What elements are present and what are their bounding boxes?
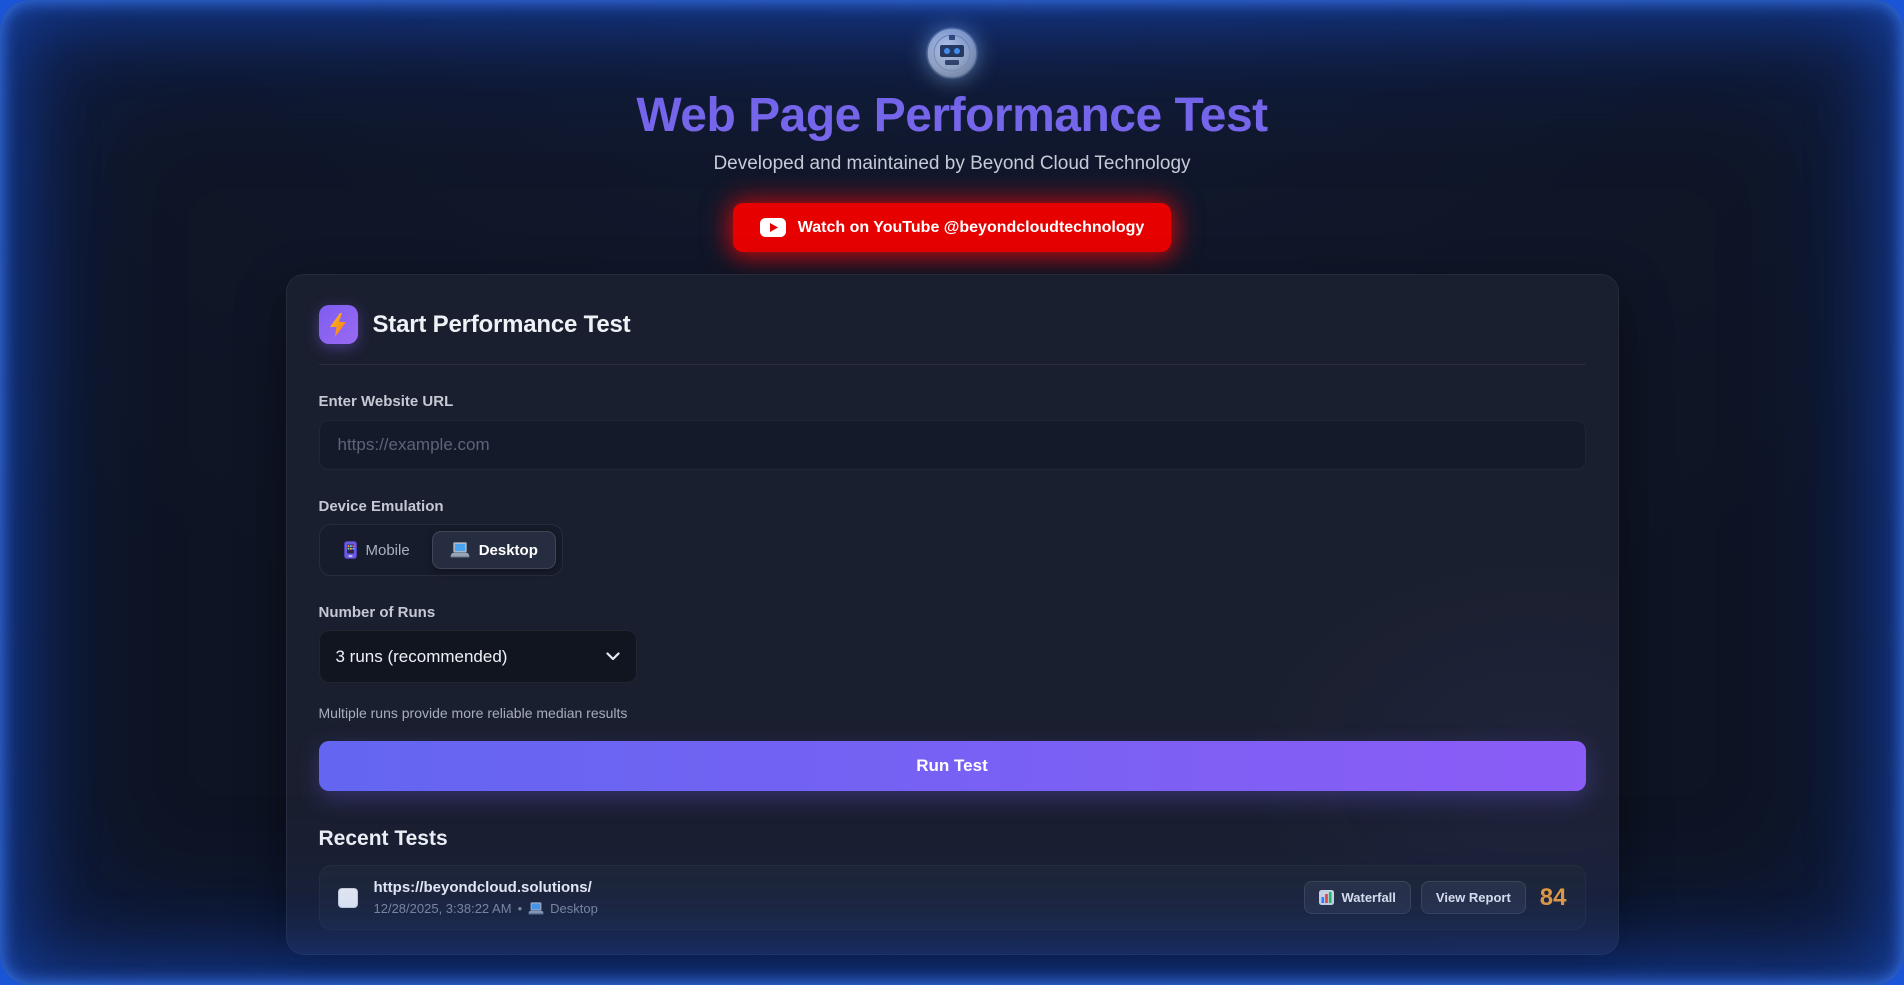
meta-separator: • [518, 901, 523, 916]
run-test-button[interactable]: Run Test [319, 741, 1586, 791]
test-device: Desktop [550, 901, 598, 916]
runs-label: Number of Runs [319, 604, 1586, 621]
main-content: Web Page Performance Test Developed and … [0, 0, 1904, 955]
url-input[interactable] [319, 420, 1586, 470]
mobile-phone-icon [344, 541, 357, 559]
view-report-button[interactable]: View Report [1421, 881, 1526, 914]
page-title: Web Page Performance Test [636, 88, 1267, 143]
device-mobile-button[interactable]: Mobile [326, 531, 428, 569]
laptop-icon-small [528, 902, 544, 915]
test-url: https://beyondcloud.solutions/ [374, 879, 1289, 896]
runs-help-text: Multiple runs provide more reliable medi… [319, 705, 1586, 721]
runs-selected-value: 3 runs (recommended) [336, 647, 508, 667]
test-info: https://beyondcloud.solutions/ 12/28/202… [374, 879, 1289, 916]
device-emulation-label: Device Emulation [319, 498, 1586, 515]
test-timestamp: 12/28/2025, 3:38:22 AM [374, 901, 512, 916]
app-background: Web Page Performance Test Developed and … [0, 0, 1904, 985]
laptop-icon [450, 542, 470, 558]
device-toggle-group: Mobile Desktop [319, 524, 563, 576]
device-desktop-button[interactable]: Desktop [432, 531, 556, 569]
test-checkbox[interactable] [338, 888, 358, 908]
device-mobile-label: Mobile [366, 542, 410, 559]
card-header: Start Performance Test [319, 305, 1586, 344]
lightning-icon [319, 305, 358, 344]
bar-chart-icon [1319, 890, 1334, 905]
chevron-down-icon [606, 652, 620, 661]
youtube-play-icon [760, 218, 786, 237]
performance-test-card: Start Performance Test Enter Website URL… [286, 274, 1619, 955]
performance-score: 84 [1540, 884, 1567, 912]
device-desktop-label: Desktop [479, 542, 538, 559]
test-meta: 12/28/2025, 3:38:22 AM • Desktop [374, 901, 1289, 916]
test-actions: Waterfall View Report 84 [1304, 881, 1566, 914]
url-label: Enter Website URL [319, 393, 1586, 410]
youtube-button-label: Watch on YouTube @beyondcloudtechnology [798, 219, 1145, 237]
youtube-button[interactable]: Watch on YouTube @beyondcloudtechnology [733, 203, 1172, 252]
card-heading: Start Performance Test [373, 311, 631, 339]
header-divider [319, 364, 1586, 365]
app-logo-icon [925, 26, 979, 80]
recent-tests-heading: Recent Tests [319, 827, 1586, 851]
runs-select[interactable]: 3 runs (recommended) [319, 630, 637, 683]
waterfall-button[interactable]: Waterfall [1304, 881, 1410, 914]
waterfall-button-label: Waterfall [1341, 890, 1395, 905]
page-subtitle: Developed and maintained by Beyond Cloud… [713, 153, 1190, 175]
recent-test-row: https://beyondcloud.solutions/ 12/28/202… [319, 865, 1586, 930]
